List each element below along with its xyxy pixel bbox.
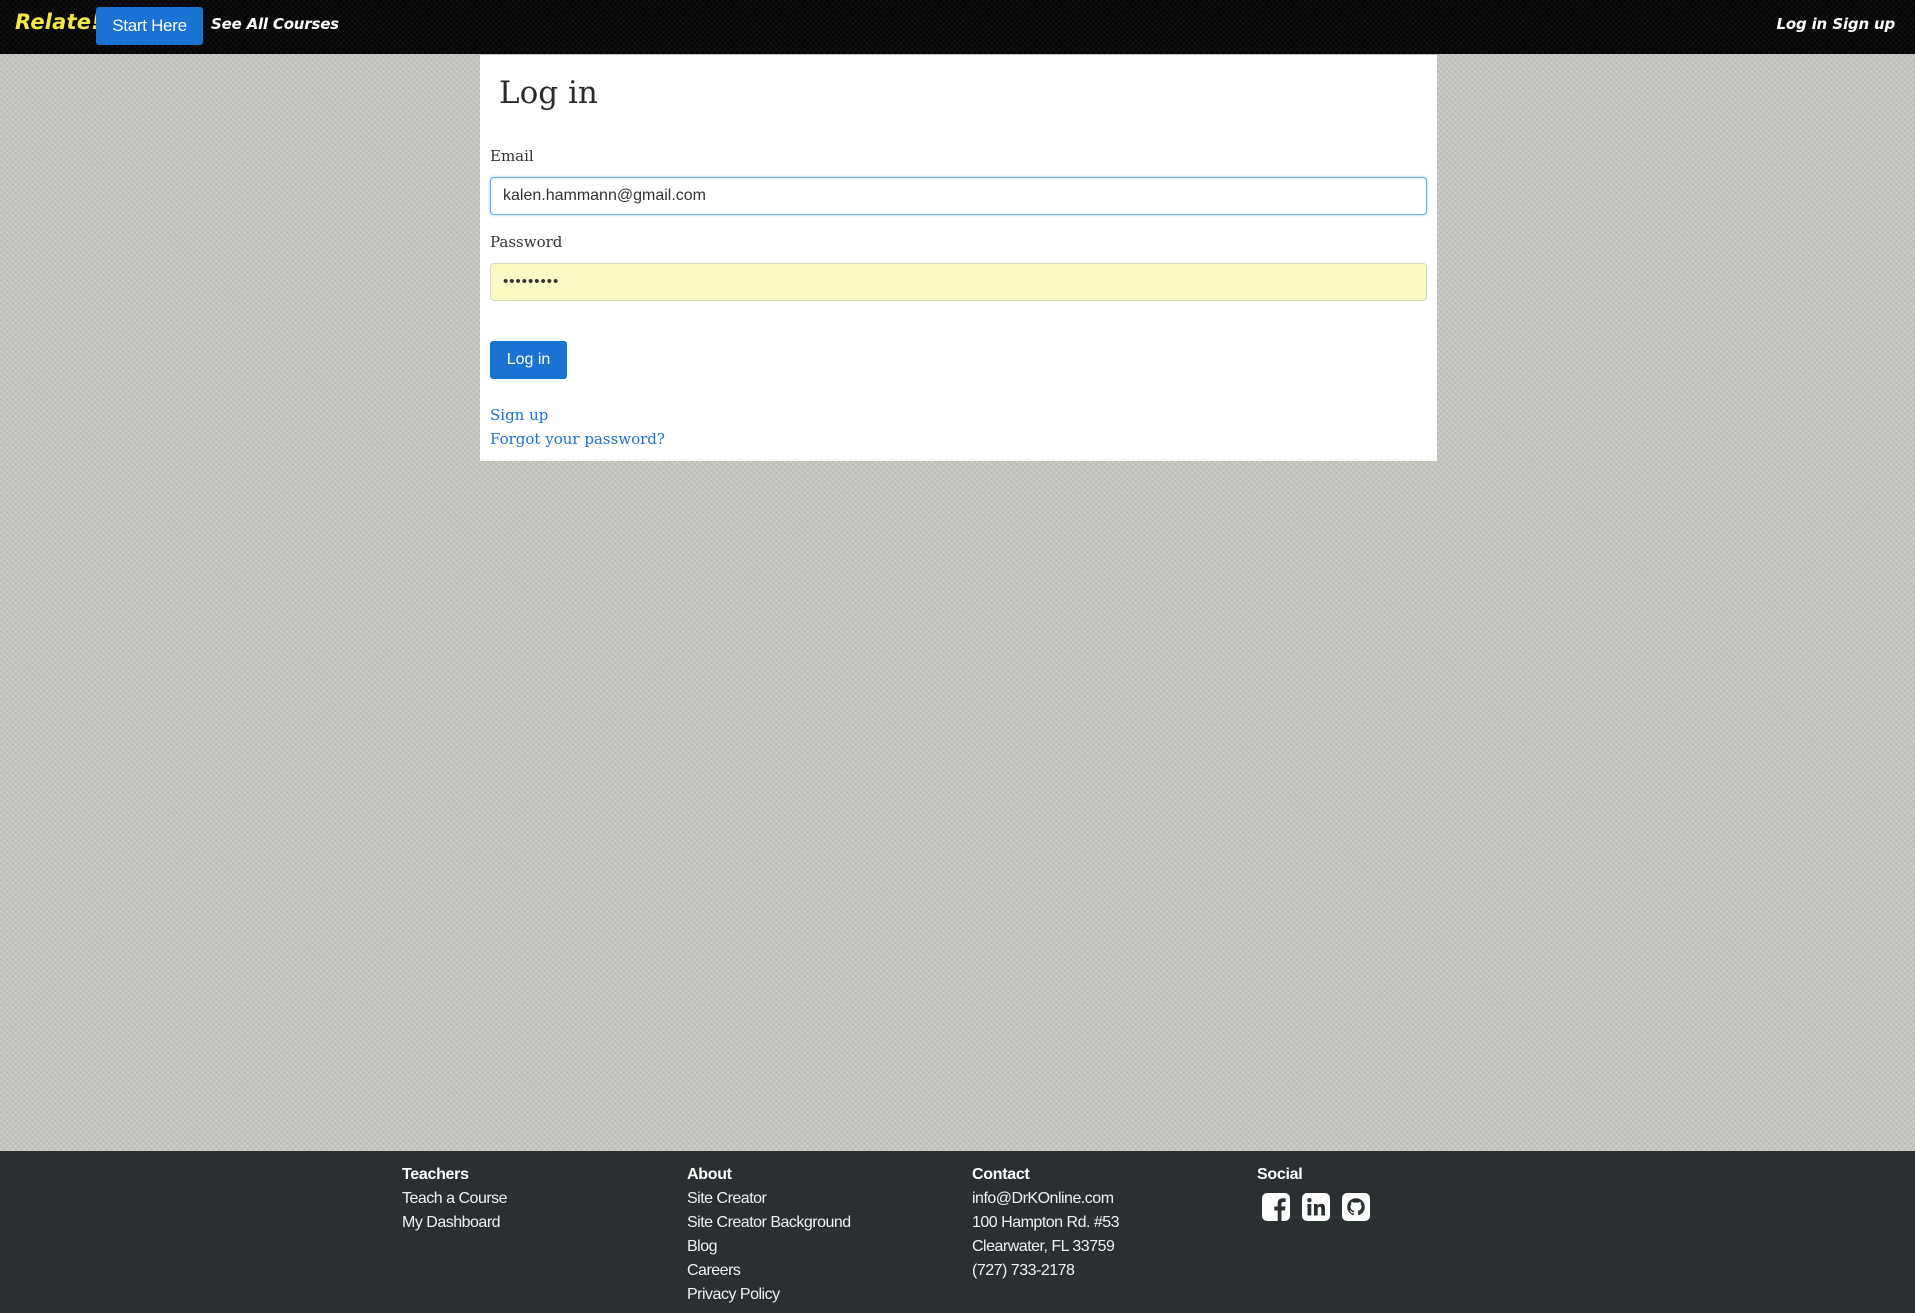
top-navbar: Relate! Start Here See All Courses Log i… [0, 0, 1915, 54]
footer-link-site-creator[interactable]: Site Creator [687, 1187, 957, 1211]
email-input[interactable]: kalen.hammann@gmail.com [490, 177, 1427, 215]
start-here-button[interactable]: Start Here [96, 7, 203, 45]
footer-link-site-creator-background[interactable]: Site Creator Background [687, 1211, 957, 1235]
footer-link-careers[interactable]: Careers [687, 1259, 957, 1283]
footer-contact-address-line1: 100 Hampton Rd. #53 [972, 1214, 1120, 1231]
footer-heading-about: About [687, 1166, 732, 1183]
email-label: Email [490, 147, 534, 165]
page-title: Log in [499, 75, 598, 111]
footer-contact-email[interactable]: info@DrKOnline.com [972, 1187, 1242, 1211]
linkedin-icon[interactable] [1301, 1192, 1331, 1222]
footer-contact-phone: (727) 733-2178 [972, 1262, 1075, 1279]
footer-link-blog[interactable]: Blog [687, 1235, 957, 1259]
github-icon[interactable] [1341, 1192, 1371, 1222]
footer-heading-teachers: Teachers [402, 1166, 469, 1183]
facebook-icon[interactable] [1261, 1192, 1291, 1222]
nav-sign-up-link[interactable]: Sign up [1832, 15, 1895, 33]
footer-heading-contact: Contact [972, 1166, 1030, 1183]
footer-link-teach-a-course[interactable]: Teach a Course [402, 1187, 672, 1211]
nav-log-in-link[interactable]: Log in [1777, 15, 1828, 33]
see-all-courses-link[interactable]: See All Courses [211, 15, 339, 33]
password-input[interactable]: ••••••••• [490, 263, 1427, 301]
footer-social-column: Social [1257, 1163, 1527, 1222]
footer-teachers-column: Teachers Teach a Course My Dashboard [402, 1163, 672, 1235]
password-label: Password [490, 233, 563, 251]
footer-contact-address-line2: Clearwater, FL 33759 [972, 1238, 1115, 1255]
footer-contact-column: Contact info@DrKOnline.com 100 Hampton R… [972, 1163, 1242, 1283]
log-in-submit-button[interactable]: Log in [490, 341, 567, 379]
login-panel: Log in Email kalen.hammann@gmail.com Pas… [480, 55, 1437, 461]
site-footer: Teachers Teach a Course My Dashboard Abo… [0, 1151, 1915, 1313]
sign-up-link[interactable]: Sign up [490, 406, 548, 424]
forgot-password-link[interactable]: Forgot your password? [490, 430, 665, 448]
social-icons-row [1257, 1192, 1527, 1222]
brand-logo[interactable]: Relate! [15, 10, 101, 34]
footer-link-my-dashboard[interactable]: My Dashboard [402, 1211, 672, 1235]
footer-heading-social: Social [1257, 1166, 1303, 1183]
footer-about-column: About Site Creator Site Creator Backgrou… [687, 1163, 957, 1307]
footer-link-privacy-policy[interactable]: Privacy Policy [687, 1283, 957, 1307]
